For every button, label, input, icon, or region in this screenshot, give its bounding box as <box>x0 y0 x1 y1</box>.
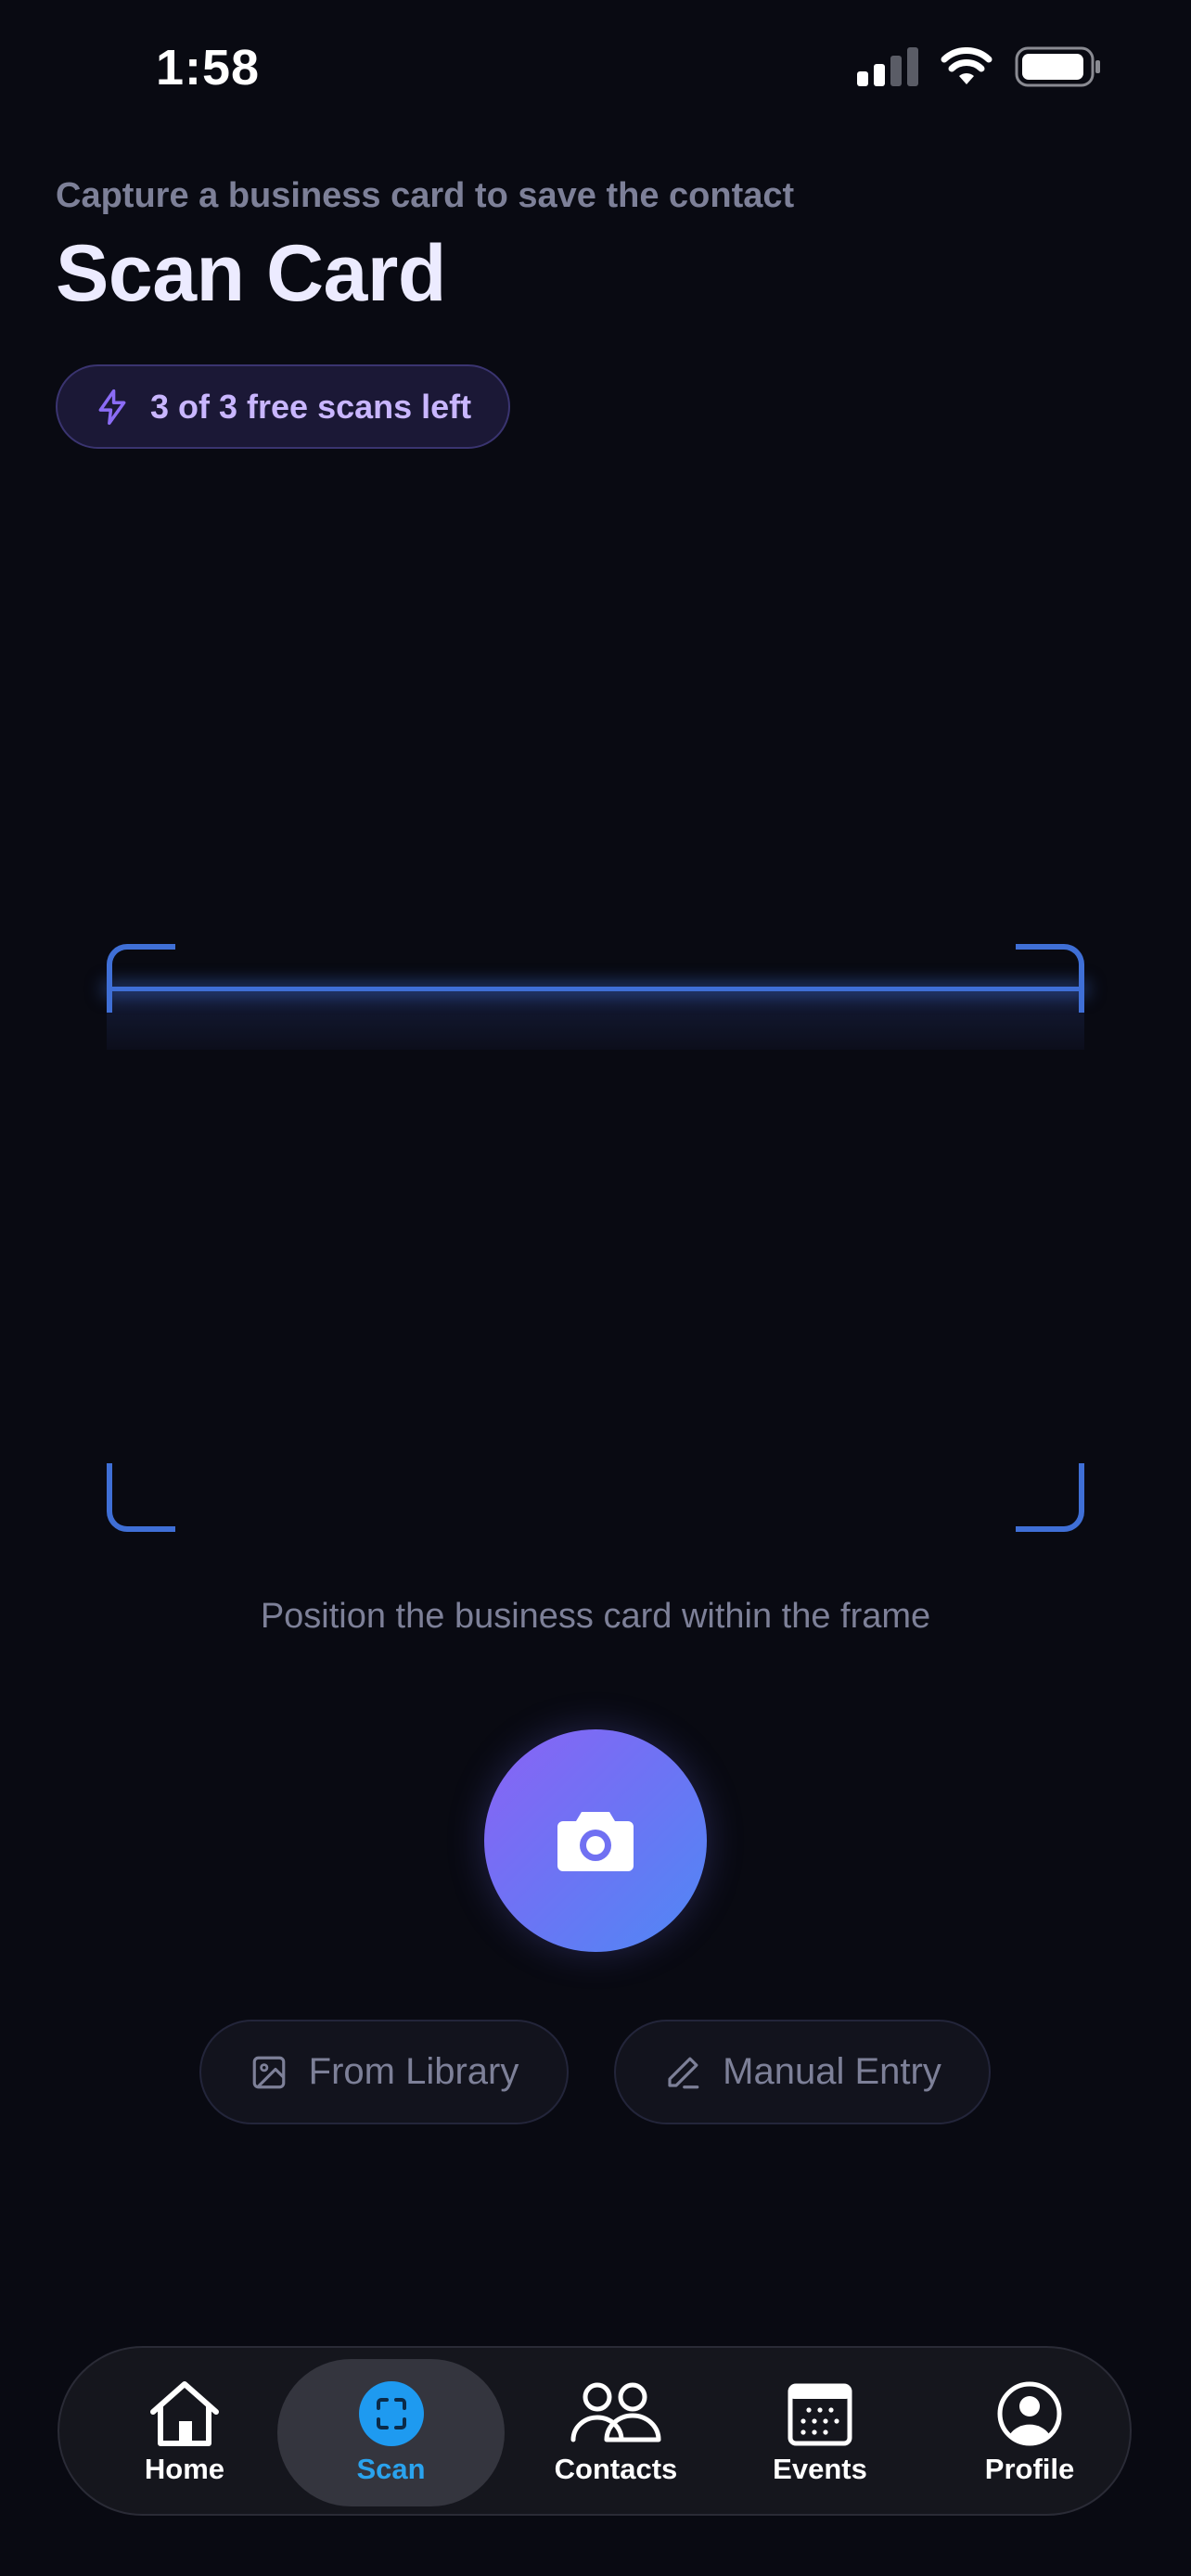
manual-entry-label: Manual Entry <box>723 2051 941 2092</box>
frame-corner-bottom-right <box>1016 1463 1084 1532</box>
wifi-icon <box>941 47 992 84</box>
bottom-tab-bar: Home Scan Contacts Events Profile <box>58 2346 1132 2516</box>
tab-scan-label: Scan <box>356 2452 426 2485</box>
battery-icon <box>1015 46 1100 87</box>
status-icons <box>857 46 1102 87</box>
camera-icon <box>557 1812 634 1871</box>
lightning-icon <box>98 389 126 425</box>
home-icon <box>150 2380 219 2446</box>
tab-events-label: Events <box>773 2452 867 2485</box>
tab-home-label: Home <box>144 2452 225 2485</box>
tab-profile[interactable]: Profile <box>937 2348 1122 2518</box>
tab-contacts[interactable]: Contacts <box>523 2348 709 2518</box>
frame-corner-top-left <box>107 944 175 1013</box>
pencil-icon <box>668 2057 699 2088</box>
tab-events[interactable]: Events <box>727 2348 913 2518</box>
scan-icon <box>358 2380 424 2446</box>
from-library-label: From Library <box>308 2051 519 2092</box>
cellular-signal-icon <box>857 47 918 86</box>
page-subtitle: Capture a business card to save the cont… <box>56 176 795 215</box>
from-library-button[interactable]: From Library <box>199 2020 569 2124</box>
frame-corner-bottom-left <box>107 1463 175 1532</box>
users-icon <box>570 2382 661 2442</box>
calendar-icon <box>788 2383 852 2445</box>
user-circle-icon <box>997 2381 1062 2445</box>
scan-screen: 1:58 Capture a business card to save the… <box>0 0 1191 2576</box>
frame-corner-top-right <box>1016 944 1084 1013</box>
free-scans-text: 3 of 3 free scans left <box>150 387 472 426</box>
capture-button[interactable] <box>484 1729 707 1952</box>
manual-entry-button[interactable]: Manual Entry <box>614 2020 991 2124</box>
status-time: 1:58 <box>156 40 261 96</box>
page-title: Scan Card <box>56 229 446 318</box>
tab-scan[interactable]: Scan <box>277 2359 505 2506</box>
tab-home[interactable]: Home <box>115 2348 254 2518</box>
scan-frame <box>107 944 1084 1532</box>
image-icon <box>252 2056 285 2088</box>
scan-glow <box>107 988 1084 1050</box>
free-scans-badge: 3 of 3 free scans left <box>56 364 510 449</box>
tab-profile-label: Profile <box>984 2452 1075 2485</box>
tab-contacts-label: Contacts <box>554 2452 678 2485</box>
scan-hint: Position the business card within the fr… <box>260 1597 931 1636</box>
scan-line <box>107 987 1084 991</box>
